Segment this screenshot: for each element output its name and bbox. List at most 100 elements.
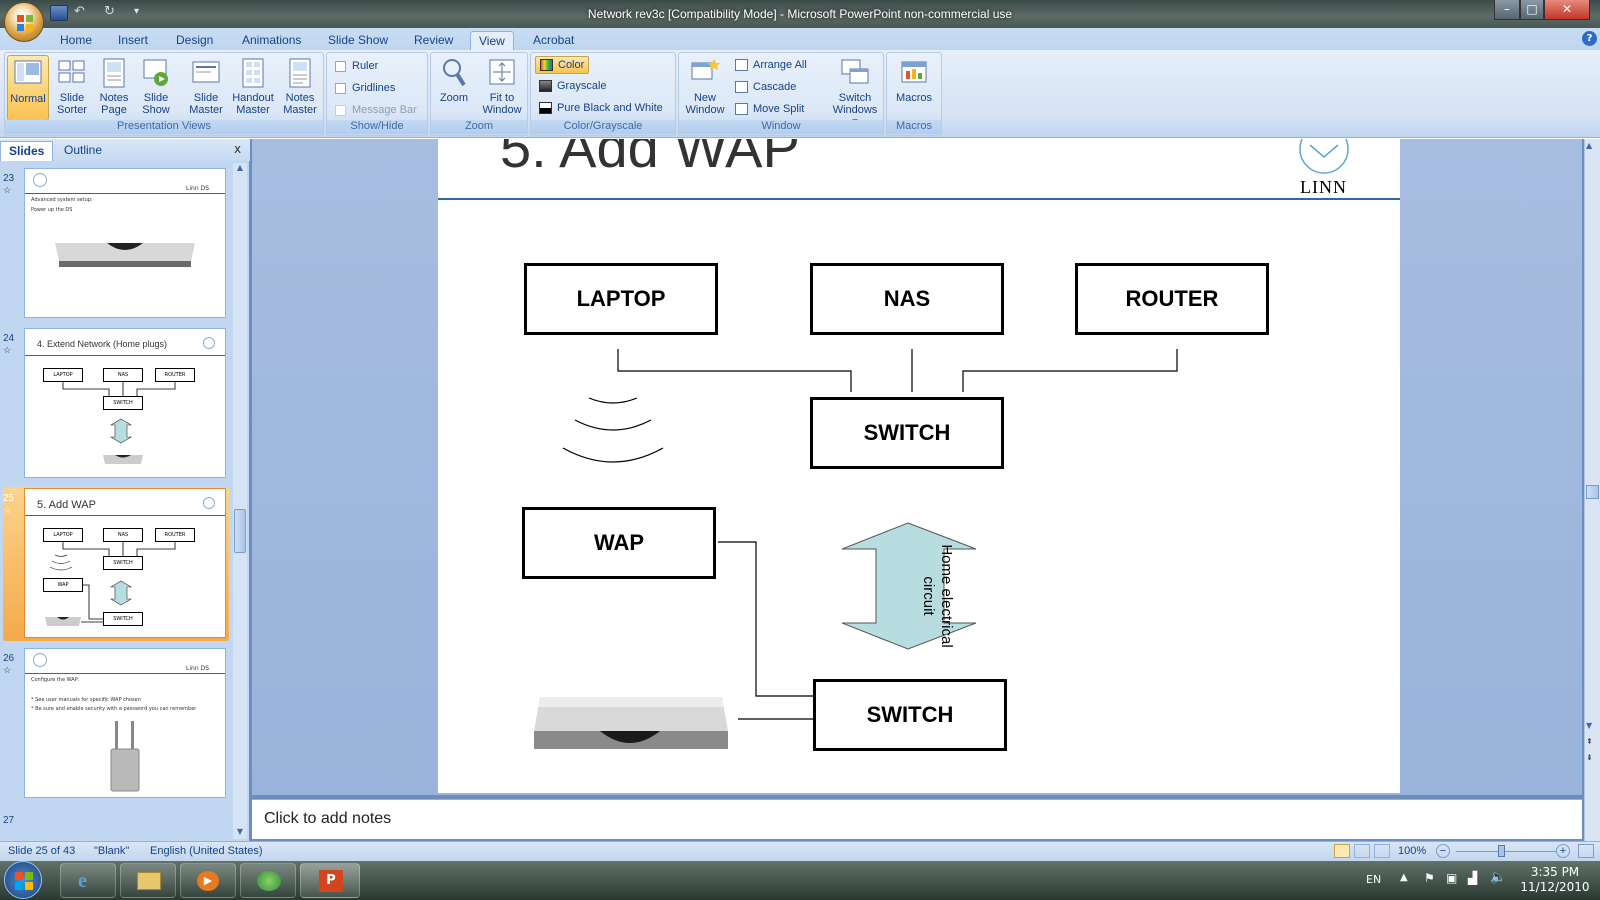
media-player-taskbar-button[interactable]: ▶ — [180, 863, 236, 898]
customize-qat-chevron-icon[interactable]: ▾ — [134, 5, 152, 21]
close-pane-icon[interactable]: x — [234, 142, 241, 156]
slide-thumbnail-26[interactable]: Linn DS Configure the WAP: * See user ma… — [24, 648, 226, 798]
slide-number-25: 25 — [3, 493, 15, 504]
grayscale-button[interactable]: Grayscale — [539, 78, 607, 96]
new-window-button[interactable]: New Window — [683, 55, 727, 121]
pure-black-white-button[interactable]: Pure Black and White — [539, 100, 663, 118]
slide-thumbnail-23[interactable]: Linn DS Advanced system setup: Power up … — [24, 168, 226, 318]
slide-sorter-icon — [58, 60, 85, 83]
show-hidden-icons-icon[interactable]: ▲ — [1400, 872, 1408, 883]
handout-master-button[interactable]: Handout Master — [229, 55, 277, 121]
transition-star-icon: ☆ — [3, 345, 12, 355]
tab-review[interactable]: Review — [406, 31, 461, 50]
fit-slide-icon[interactable] — [1578, 844, 1594, 858]
editor-vertical-scrollbar[interactable]: ▲ ▼ ⇞ ⇟ — [1584, 139, 1600, 841]
input-language[interactable]: EN — [1366, 873, 1381, 886]
undo-icon[interactable]: ↶ — [74, 5, 92, 21]
messenger-taskbar-button[interactable] — [240, 863, 296, 898]
switch-bottom-box[interactable]: SWITCH — [813, 679, 1007, 751]
redo-icon[interactable]: ↻ — [104, 5, 122, 21]
slides-pane-scrollbar[interactable]: ▲ ▼ — [233, 163, 247, 839]
switch-top-box[interactable]: SWITCH — [810, 397, 1004, 469]
zoom-in-icon[interactable]: + — [1556, 844, 1570, 858]
cascade-button[interactable]: Cascade — [735, 79, 796, 97]
laptop-box[interactable]: LAPTOP — [524, 263, 718, 335]
current-slide[interactable]: 5. Add WAP LINN LAPTOP NAS ROUTER SWITCH… — [438, 139, 1400, 793]
tab-outline[interactable]: Outline — [56, 141, 110, 161]
message-bar-checkbox[interactable]: Message Bar — [335, 102, 417, 120]
slide-show-button[interactable]: Slide Show — [135, 55, 177, 121]
zoom-slider-thumb[interactable] — [1498, 845, 1505, 857]
action-center-flag-icon[interactable]: ⚑ — [1424, 871, 1435, 885]
slide-sorter-button[interactable]: Slide Sorter — [51, 55, 93, 121]
zoom-level[interactable]: 100% — [1398, 845, 1426, 857]
switch-windows-button[interactable]: SwitchWindows ▾ — [829, 55, 881, 128]
home-electrical-arrow[interactable] — [842, 521, 982, 651]
normal-view-button[interactable]: Normal — [7, 55, 49, 121]
start-button[interactable] — [4, 861, 42, 899]
next-slide-icon[interactable]: ⇟ — [1586, 753, 1593, 762]
normal-view-status-icon[interactable] — [1334, 844, 1350, 858]
zoom-out-icon[interactable]: − — [1436, 844, 1450, 858]
move-split-button[interactable]: Move Split — [735, 101, 804, 119]
notes-pane[interactable]: Click to add notes — [252, 799, 1582, 839]
maximize-button[interactable]: □ — [1520, 0, 1544, 20]
slide-thumbnail-24[interactable]: 4. Extend Network (Home plugs) LAPTOP NA… — [24, 328, 226, 478]
scroll-up-icon[interactable]: ▲ — [233, 163, 247, 175]
tab-view[interactable]: View — [470, 31, 514, 50]
network-signal-icon[interactable]: ▟ — [1468, 871, 1477, 885]
language[interactable]: English (United States) — [150, 845, 263, 857]
slide-sorter-status-icon[interactable] — [1354, 844, 1370, 858]
new-window-icon — [691, 59, 720, 80]
fit-to-window-label-1: Fit to — [489, 92, 515, 104]
ds-player-image[interactable] — [530, 691, 730, 755]
office-button[interactable] — [4, 2, 44, 42]
powerpoint-taskbar-button[interactable]: P — [300, 863, 360, 898]
zoom-slider[interactable] — [1456, 851, 1556, 852]
window-title: Network rev3c [Compatibility Mode] - Mic… — [587, 7, 1013, 21]
notes-master-button[interactable]: Notes Master — [279, 55, 321, 121]
tab-slides[interactable]: Slides — [0, 141, 54, 161]
clock[interactable]: 3:35 PM 11/12/2010 — [1520, 865, 1590, 895]
safely-remove-icon[interactable]: ▣ — [1446, 871, 1457, 885]
fit-to-window-button[interactable]: Fit to Window — [479, 55, 525, 121]
theme-name: "Blank" — [94, 845, 130, 857]
cascade-icon — [735, 81, 748, 94]
switch-windows-icon — [841, 59, 869, 84]
internet-explorer-taskbar-button[interactable]: e — [60, 863, 116, 898]
tab-acrobat[interactable]: Acrobat — [525, 31, 582, 50]
wap-box[interactable]: WAP — [522, 507, 716, 579]
volume-icon[interactable]: 🔈 — [1490, 870, 1506, 885]
explorer-taskbar-button[interactable] — [120, 863, 176, 898]
scroll-thumb[interactable] — [1586, 485, 1599, 499]
tab-slide-show[interactable]: Slide Show — [320, 31, 396, 50]
fit-to-window-label-2: Window — [482, 104, 522, 116]
gridlines-checkbox[interactable]: Gridlines — [335, 80, 395, 98]
arrange-all-button[interactable]: Arrange All — [735, 57, 807, 75]
tab-insert[interactable]: Insert — [110, 31, 156, 50]
slide-thumbnail-25[interactable]: 5. Add WAP LAPTOP NAS ROUTER SWITCH WAP … — [24, 488, 226, 638]
macros-button[interactable]: Macros — [893, 55, 935, 121]
slide-master-button[interactable]: Slide Master — [185, 55, 227, 121]
save-icon[interactable] — [50, 5, 68, 21]
slide-show-status-icon[interactable] — [1374, 844, 1390, 858]
tab-home[interactable]: Home — [52, 31, 100, 50]
nas-box[interactable]: NAS — [810, 263, 1004, 335]
ruler-checkbox[interactable]: Ruler — [335, 58, 378, 76]
scroll-down-icon[interactable]: ▼ — [233, 827, 247, 839]
previous-slide-icon[interactable]: ⇞ — [1586, 737, 1593, 746]
minimize-button[interactable]: – — [1494, 0, 1520, 20]
tab-animations[interactable]: Animations — [234, 31, 309, 50]
thumb-line-3: * Be sure and enable security with a pas… — [31, 706, 197, 712]
scroll-thumb[interactable] — [234, 509, 246, 553]
notes-page-button[interactable]: Notes Page — [93, 55, 135, 121]
help-icon[interactable]: ? — [1582, 31, 1597, 46]
tab-design[interactable]: Design — [168, 31, 221, 50]
scroll-up-icon[interactable]: ▲ — [1586, 141, 1592, 150]
scroll-down-icon[interactable]: ▼ — [1586, 721, 1592, 730]
zoom-button[interactable]: Zoom — [433, 55, 475, 121]
router-box[interactable]: ROUTER — [1075, 263, 1269, 335]
arrange-all-label: Arrange All — [753, 59, 807, 71]
color-button[interactable]: Color — [535, 56, 590, 74]
close-button[interactable]: ✕ — [1544, 0, 1590, 20]
